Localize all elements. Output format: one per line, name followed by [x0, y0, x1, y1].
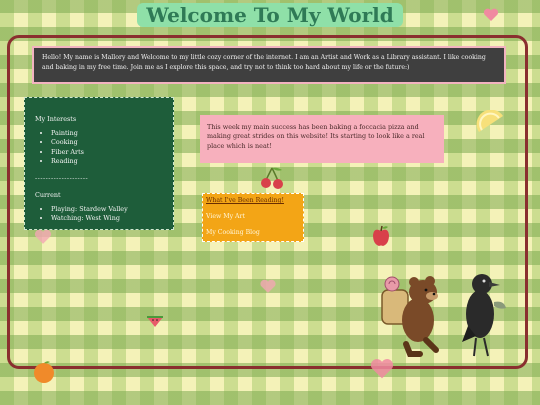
weekly-update-panel: This week my main success has been bakin…: [200, 115, 444, 163]
header-banner: Welcome To My World: [137, 3, 403, 27]
intro-panel: Hello! My name is Mallory and Welcome to…: [32, 46, 506, 84]
heart-icon: [370, 359, 394, 379]
list-item: Watching: West Wing: [51, 214, 163, 223]
apple-icon: [373, 225, 389, 246]
current-heading: Current: [35, 191, 61, 200]
interests-heading: My Interests: [35, 115, 77, 123]
links-panel: What I've Been Reading! View My Art My C…: [202, 193, 304, 242]
divider: --------------------: [35, 174, 89, 183]
reading-link[interactable]: What I've Been Reading!: [206, 197, 300, 204]
update-text: This week my main success has been bakin…: [207, 123, 425, 150]
art-link[interactable]: View My Art: [206, 213, 300, 220]
watermelon-icon: [147, 316, 163, 327]
lemon-icon: [476, 110, 503, 132]
cherry-icon: [261, 167, 283, 189]
interests-panel: My Interests Painting Cooking Fiber Arts…: [24, 97, 174, 230]
list-item: Reading: [51, 157, 163, 166]
list-item: Cooking: [51, 138, 163, 147]
heart-icon: [483, 8, 499, 21]
intro-text: Hello! My name is Mallory and Welcome to…: [42, 54, 486, 71]
heart-icon: [260, 279, 276, 293]
list-item: Painting: [51, 129, 163, 138]
page-title: Welcome To My World: [146, 3, 394, 27]
list-item: Playing: Stardew Valley: [51, 205, 163, 214]
current-list: Playing: Stardew Valley Watching: West W…: [37, 205, 163, 224]
interests-list: Painting Cooking Fiber Arts Reading: [37, 129, 163, 166]
cooking-blog-link[interactable]: My Cooking Blog: [206, 229, 300, 236]
list-item: Fiber Arts: [51, 148, 163, 157]
bear-and-crow-illustration: [381, 274, 506, 357]
heart-icon: [34, 229, 52, 244]
orange-icon: [34, 361, 54, 383]
